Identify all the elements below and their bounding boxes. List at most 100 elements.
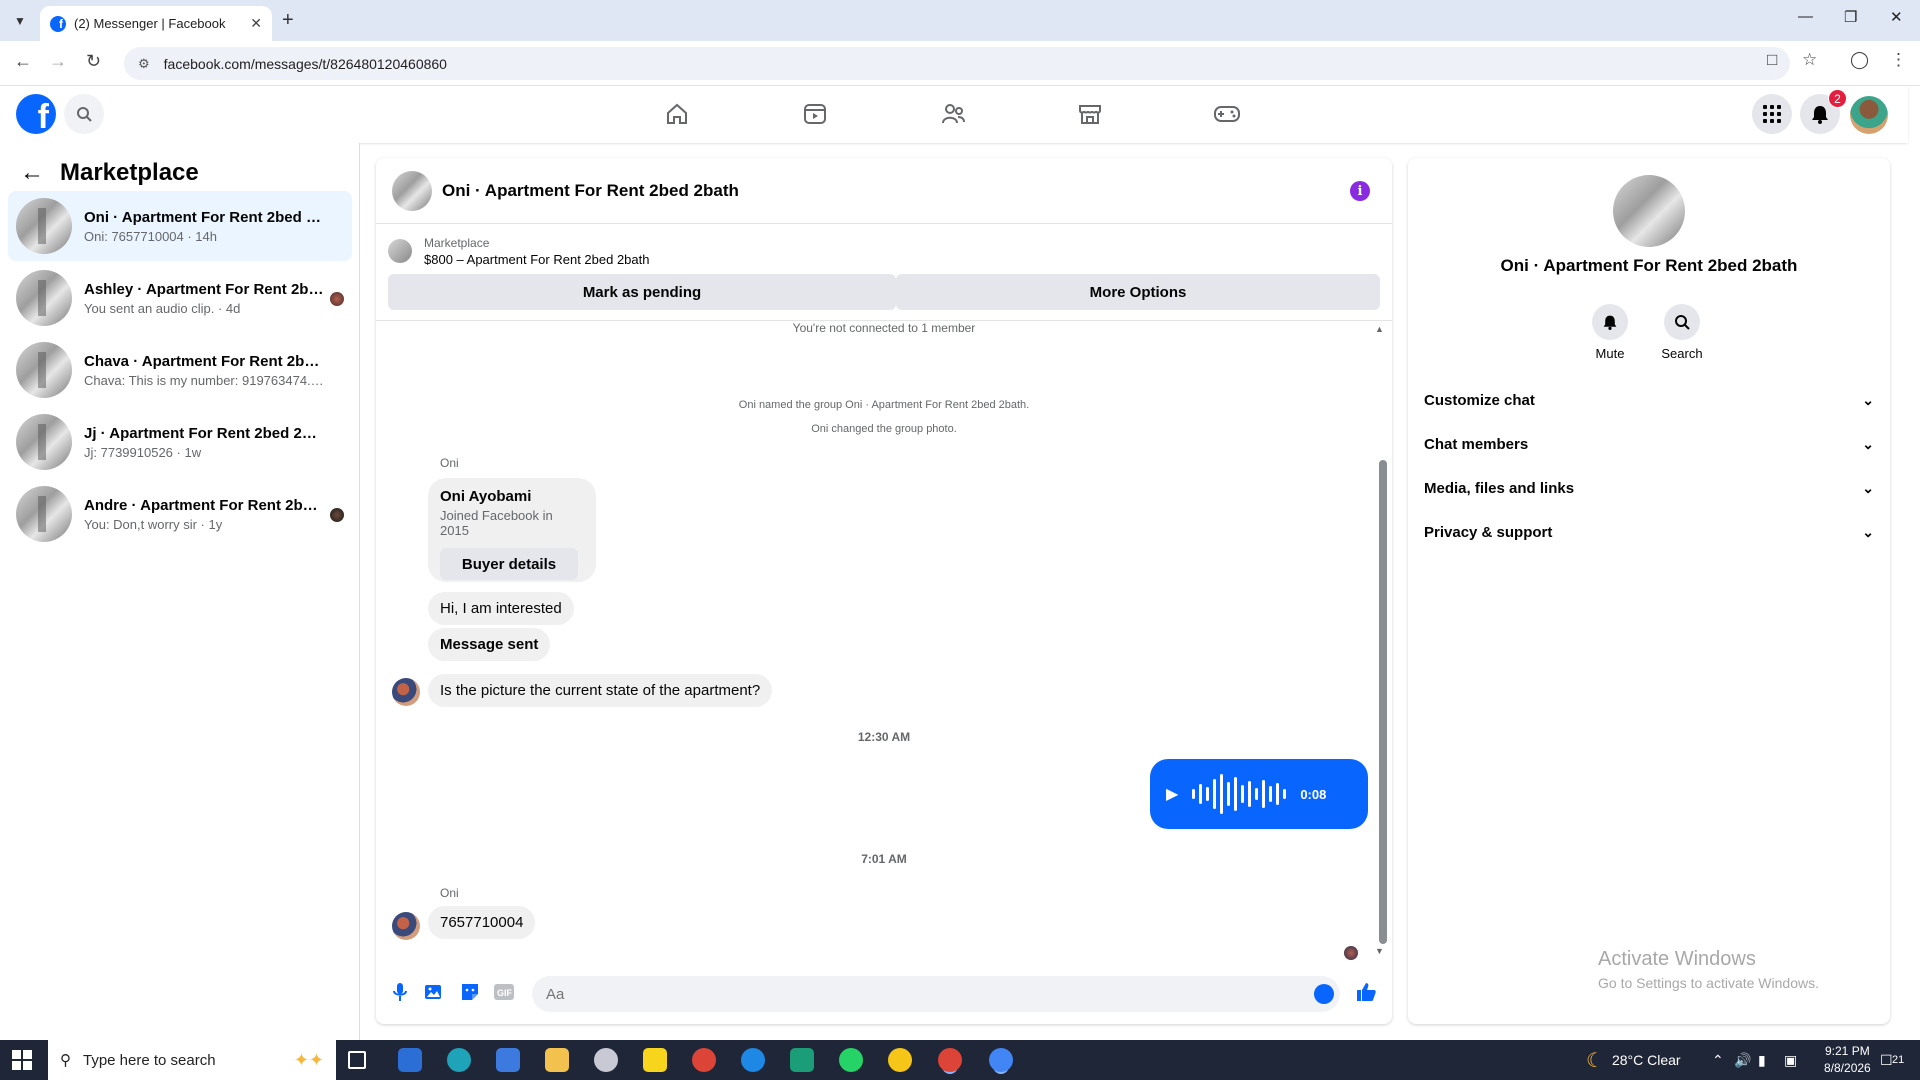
chat-avatar[interactable] <box>392 170 432 211</box>
message-bubble[interactable]: Message sent <box>428 628 551 661</box>
media-files-links-section[interactable]: Media, files and links ⌄ <box>1424 470 1874 506</box>
mute-button[interactable]: Mute <box>1578 304 1642 361</box>
listing-banner[interactable]: Marketplace $800 – Apartment For Rent 2b… <box>388 231 1378 271</box>
sticker-icon[interactable] <box>458 980 482 1004</box>
video-icon[interactable] <box>800 100 830 128</box>
back-arrow-icon[interactable]: ← <box>20 159 44 187</box>
play-icon[interactable]: ▶ <box>1166 784 1178 804</box>
chat-header: Oni · Apartment For Rent 2bed 2bath i <box>376 158 1392 224</box>
system-message: Oni changed the group photo. <box>811 423 957 435</box>
emoji-icon[interactable] <box>1314 984 1334 1004</box>
info-icon[interactable]: i <box>1350 181 1370 201</box>
friends-icon[interactable] <box>938 100 968 128</box>
scroll-up-icon[interactable]: ▲ <box>1375 324 1384 334</box>
reload-icon[interactable]: ↻ <box>86 51 101 72</box>
conversation-item[interactable]: Oni · Apartment For Rent 2bed 2bath Oni:… <box>8 191 352 261</box>
conversation-item[interactable]: Chava · Apartment For Rent 2bed 2bath Ch… <box>8 335 352 405</box>
conversation-name: Oni · Apartment For Rent 2bed 2bath <box>1500 256 1798 275</box>
bookmark-star-icon[interactable]: ☆ <box>1802 50 1817 70</box>
message-bubble[interactable]: 7657710004 <box>428 906 536 939</box>
weather-widget[interactable]: ☾ 28°C Clear <box>1586 1040 1681 1080</box>
message-input[interactable] <box>532 976 1340 1012</box>
app-icon[interactable] <box>594 1048 618 1072</box>
site-info-icon[interactable]: ⚙ <box>138 56 150 72</box>
home-icon[interactable] <box>662 100 692 128</box>
conversation-item[interactable]: Ashley · Apartment For Rent 2bed 2bath Y… <box>8 263 352 333</box>
chat-app-icon[interactable] <box>741 1048 765 1072</box>
browser-address-bar: ← → ↻ ⚙ facebook.com/messages/t/82648012… <box>0 41 1920 86</box>
buyer-details-button[interactable]: Buyer details <box>440 548 578 580</box>
facebook-logo[interactable]: f <box>16 94 56 134</box>
customize-chat-section[interactable]: Customize chat ⌄ <box>1424 382 1874 418</box>
thumbs-up-icon[interactable] <box>1354 980 1378 1004</box>
tray-chevron-up-icon[interactable]: ⌃ <box>1712 1040 1724 1080</box>
listing-thumbnail <box>16 342 72 398</box>
conversation-snippet: Jj: 7739910526 · 1w <box>84 444 202 460</box>
sticky-notes-icon[interactable] <box>643 1048 667 1072</box>
photo-icon[interactable] <box>422 980 446 1004</box>
forward-icon[interactable]: → <box>49 51 67 72</box>
network-icon[interactable]: ▣ <box>1784 1040 1797 1080</box>
whatsapp-icon[interactable] <box>839 1048 863 1072</box>
conversation-item[interactable]: Jj · Apartment For Rent 2bed 2bath Jj: 7… <box>8 407 352 477</box>
message-bubble[interactable]: Hi, I am interested <box>428 592 574 625</box>
search-icon[interactable] <box>64 94 104 134</box>
group-avatar[interactable] <box>1613 175 1685 247</box>
system-clock[interactable]: 9:21 PM 8/8/2026 <box>1824 1043 1871 1077</box>
buyer-profile-card: Oni Ayobami Joined Facebook in 2015 Buye… <box>428 478 596 582</box>
store-icon[interactable] <box>496 1048 520 1072</box>
voice-message[interactable]: ▶ 0:08 <box>1150 759 1368 829</box>
edge-icon[interactable] <box>447 1048 471 1072</box>
section-label: Privacy & support <box>1424 523 1553 541</box>
system-message: Oni named the group Oni · Apartment For … <box>738 399 1030 411</box>
browser-menu-icon[interactable]: ⋮ <box>1890 50 1907 70</box>
battery-icon[interactable]: ▮ <box>1758 1040 1766 1080</box>
chrome-icon[interactable] <box>692 1048 716 1072</box>
tab-search-chevron-icon[interactable]: ▼ <box>8 9 32 33</box>
marketplace-icon[interactable] <box>1075 100 1105 128</box>
chevron-down-icon: ⌄ <box>1862 479 1874 496</box>
voice-app-icon[interactable] <box>790 1048 814 1072</box>
minimize-icon[interactable]: — <box>1798 8 1813 25</box>
tab-close-icon[interactable]: ✕ <box>250 15 262 32</box>
new-tab-icon[interactable]: + <box>282 9 294 32</box>
url-field[interactable]: ⚙ facebook.com/messages/t/82648012046086… <box>124 47 1790 80</box>
scroll-down-icon[interactable]: ▼ <box>1375 946 1384 956</box>
file-explorer-icon[interactable] <box>545 1048 569 1072</box>
account-avatar[interactable] <box>1850 96 1888 134</box>
browser-tab[interactable]: f (2) Messenger | Facebook ✕ <box>40 6 272 41</box>
privacy-support-section[interactable]: Privacy & support ⌄ <box>1424 514 1874 550</box>
profile-icon[interactable]: ◯ <box>1850 50 1869 70</box>
conversation-item[interactable]: Andre · Apartment For Rent 2bed 2bath Yo… <box>8 479 352 549</box>
chrome-profile-icon[interactable] <box>938 1048 962 1072</box>
app-icon[interactable] <box>888 1048 912 1072</box>
notification-center-icon[interactable]: ☐ <box>1880 1040 1893 1080</box>
back-icon[interactable]: ← <box>14 51 32 72</box>
gaming-icon[interactable] <box>1212 100 1242 128</box>
chat-title[interactable]: Oni · Apartment For Rent 2bed 2bath <box>442 181 739 201</box>
windows-start-icon[interactable] <box>12 1050 32 1070</box>
sender-avatar[interactable] <box>392 678 420 706</box>
message-bubble[interactable]: Is the picture the current state of the … <box>428 674 773 707</box>
mark-as-pending-button[interactable]: Mark as pending <box>388 274 896 310</box>
waveform <box>1192 774 1290 814</box>
outlook-icon[interactable] <box>398 1048 422 1072</box>
menu-grid-icon[interactable] <box>1752 94 1792 134</box>
scrollbar-thumb[interactable] <box>1379 460 1387 944</box>
sender-avatar[interactable] <box>392 912 420 940</box>
taskbar-search-box[interactable]: ⚲ Type here to search ✦✦ <box>48 1040 336 1080</box>
task-view-icon[interactable] <box>348 1051 366 1069</box>
seen-avatar <box>330 292 344 306</box>
gif-icon[interactable]: GIF <box>492 980 516 1004</box>
windows-taskbar: ⚲ Type here to search ✦✦ ☾ 28°C Clear ⌃ … <box>0 1040 1920 1080</box>
microphone-icon[interactable] <box>388 980 412 1004</box>
restore-icon[interactable]: ❐ <box>1844 8 1857 26</box>
watermark-title: Activate Windows <box>1598 948 1756 970</box>
window-close-icon[interactable]: ✕ <box>1890 8 1903 26</box>
volume-icon[interactable]: 🔊 <box>1734 1040 1751 1080</box>
install-app-icon[interactable]: □ <box>1767 50 1777 70</box>
chat-members-section[interactable]: Chat members ⌄ <box>1424 426 1874 462</box>
chrome-active-icon[interactable] <box>989 1048 1013 1072</box>
search-in-conversation-button[interactable]: Search <box>1650 304 1714 361</box>
more-options-button[interactable]: More Options <box>896 274 1380 310</box>
